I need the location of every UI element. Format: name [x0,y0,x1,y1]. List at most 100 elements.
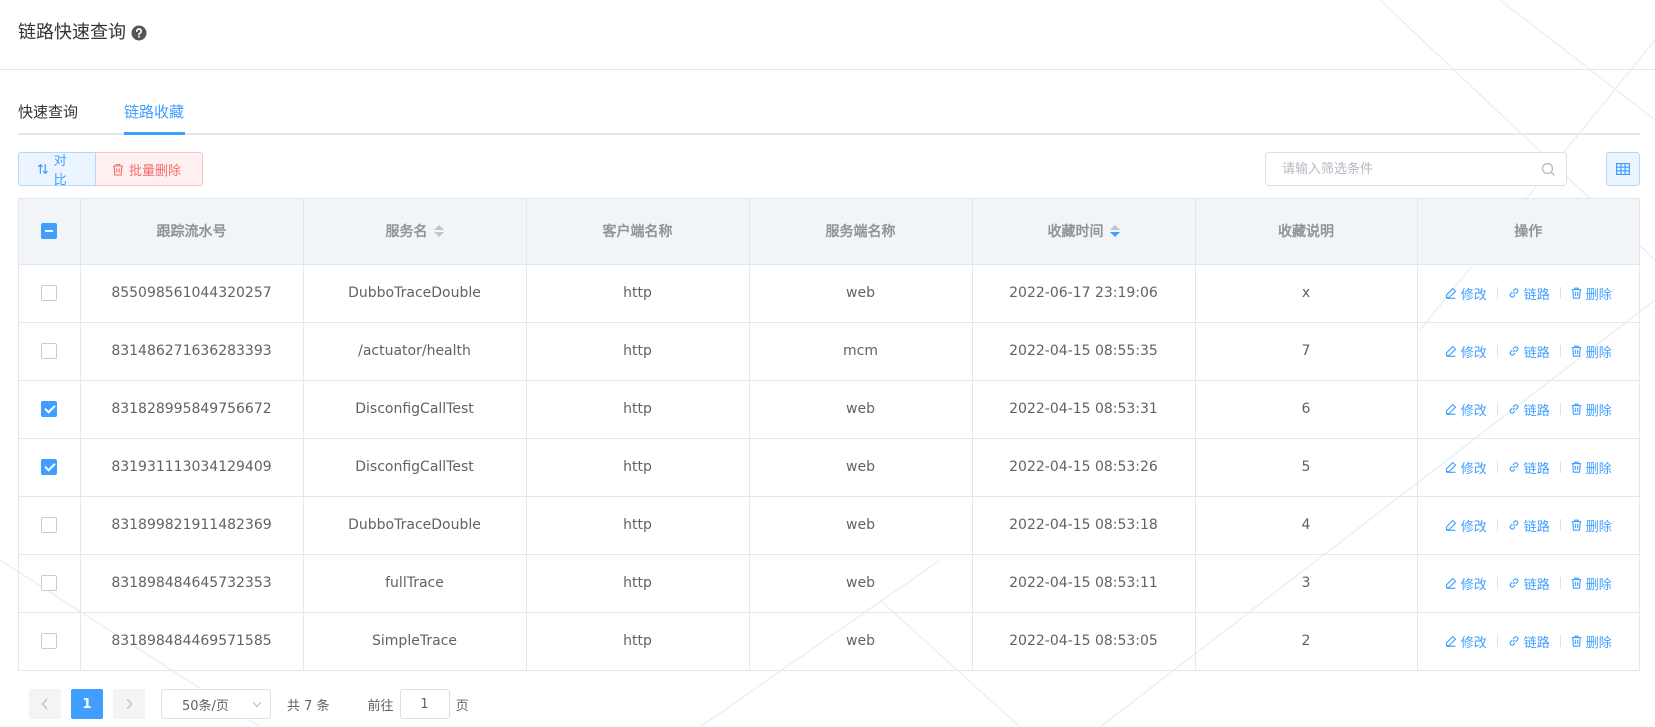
row-actions-cell: 修改 链路 删除 [1417,554,1639,613]
view-trace-label: 链路 [1523,577,1550,593]
row-checkbox[interactable] [41,401,58,417]
batch-delete-button[interactable]: 批量删除 [96,152,203,186]
edit-link[interactable]: 修改 [1445,632,1487,651]
sort-caret-icon[interactable] [433,225,444,238]
column-settings-button[interactable] [1606,152,1640,186]
divider [1559,577,1561,589]
view-trace-link[interactable]: 链路 [1508,284,1550,303]
column-header-server: 服务端名称 [749,199,973,265]
trash-icon [1571,461,1581,473]
column-header-time[interactable]: 收藏时间 [972,199,1196,265]
divider [1496,519,1498,531]
trash-icon [1571,345,1581,357]
row-select-cell [19,264,81,323]
server-name-cell: web [749,380,973,439]
delete-link[interactable]: 删除 [1571,574,1612,593]
view-trace-link[interactable]: 链路 [1508,574,1550,593]
service-name-cell: fullTrace [303,554,527,613]
edit-label: 修改 [1460,287,1487,303]
server-name-cell: mcm [749,322,973,381]
client-name-cell: http [526,554,750,613]
view-trace-link[interactable]: 链路 [1508,458,1550,477]
view-trace-label: 链路 [1523,461,1550,477]
table-row: 855098561044320257 DubboTraceDouble http… [19,264,1639,323]
compare-label: 对比 [53,154,67,188]
delete-label: 删除 [1585,403,1612,419]
edit-label: 修改 [1460,577,1487,593]
delete-label: 删除 [1585,577,1612,593]
service-name-cell: /actuator/health [303,322,527,381]
row-checkbox[interactable] [41,285,58,301]
row-checkbox[interactable] [41,633,58,650]
row-checkbox[interactable] [41,575,58,591]
edit-link[interactable]: 修改 [1445,400,1487,419]
table-row: 831486271636283393 /actuator/health http… [19,322,1639,381]
delete-label: 删除 [1585,519,1612,535]
row-actions-cell: 修改 链路 删除 [1417,264,1639,323]
filter-search-input[interactable] [1267,154,1527,184]
delete-label: 删除 [1585,635,1612,651]
view-trace-link[interactable]: 链路 [1508,400,1550,419]
goto-prefix: 前往 [367,698,394,714]
tab-link-favorites[interactable]: 链路收藏 [124,102,184,122]
delete-label: 删除 [1585,461,1612,477]
trash-icon [1571,287,1581,299]
question-circle-icon[interactable] [131,25,147,41]
compare-button[interactable]: 对比 [18,152,96,188]
page-title: 链路快速查询 [18,22,126,43]
row-checkbox[interactable] [41,343,58,359]
row-select-cell [19,554,81,613]
divider [1559,461,1561,473]
divider [1496,635,1498,648]
service-name-cell: DubboTraceDouble [303,264,527,323]
edit-icon [1445,403,1456,415]
row-checkbox[interactable] [41,517,58,533]
edit-label: 修改 [1460,519,1487,535]
delete-link[interactable]: 删除 [1571,400,1612,419]
filter-search-box [1265,152,1567,186]
next-page-button[interactable] [113,689,145,719]
delete-link[interactable]: 删除 [1571,342,1612,361]
trash-icon [113,163,123,176]
row-actions-cell: 修改 链路 删除 [1417,322,1639,381]
delete-link[interactable]: 删除 [1571,632,1612,651]
view-trace-link[interactable]: 链路 [1508,632,1550,651]
view-trace-link[interactable]: 链路 [1508,342,1550,361]
row-checkbox[interactable] [41,459,58,475]
edit-icon [1445,345,1456,357]
delete-link[interactable]: 删除 [1571,284,1612,303]
link-chain-icon [1509,636,1519,646]
goto-page-input[interactable] [399,689,450,719]
prev-page-button[interactable] [29,689,61,719]
divider [1496,577,1498,589]
column-header-actions: 操作 [1417,199,1639,265]
view-trace-label: 链路 [1523,287,1550,303]
view-trace-label: 链路 [1523,403,1550,419]
view-trace-link[interactable]: 链路 [1508,516,1550,535]
client-name-cell: http [526,612,750,670]
trace-id-cell: 831898484645732353 [80,554,304,613]
page-header: 链路快速查询 [0,0,1655,70]
edit-link[interactable]: 修改 [1445,284,1487,303]
edit-link[interactable]: 修改 [1445,574,1487,593]
link-chain-icon [1509,404,1519,414]
delete-link[interactable]: 删除 [1571,516,1612,535]
tab-quick-query[interactable]: 快速查询 [18,102,78,122]
page-size-value: 50条/页 [182,698,229,714]
edit-icon [1445,287,1456,299]
delete-link[interactable]: 删除 [1571,458,1612,477]
trash-icon [1571,403,1581,415]
client-name-cell: http [526,322,750,381]
column-header-service[interactable]: 服务名 [303,199,527,265]
trace-id-cell: 831899821911482369 [80,496,304,555]
page-number-current[interactable]: 1 [71,689,103,719]
search-icon[interactable] [1541,162,1556,177]
edit-link[interactable]: 修改 [1445,516,1487,535]
edit-link[interactable]: 修改 [1445,342,1487,361]
edit-link[interactable]: 修改 [1445,458,1487,477]
select-all-checkbox[interactable] [41,223,58,240]
sort-caret-icon[interactable] [1109,225,1120,238]
favorite-time-cell: 2022-04-15 08:53:05 [972,612,1196,670]
server-name-cell: web [749,496,973,555]
page-size-select[interactable]: 50条/页 [161,689,271,719]
